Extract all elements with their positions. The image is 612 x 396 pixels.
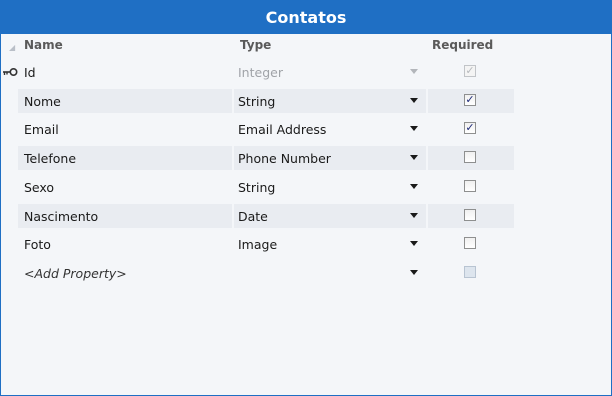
property-type-select: Integer xyxy=(234,60,426,84)
property-row[interactable]: Id Integer xyxy=(18,60,426,84)
required-cell xyxy=(428,204,514,228)
property-name-cell[interactable]: Foto xyxy=(18,232,232,256)
property-type-select[interactable]: Date xyxy=(234,204,426,228)
entity-title: Contatos xyxy=(265,7,347,27)
required-cell: ✓ xyxy=(428,117,514,141)
add-property-type-select[interactable] xyxy=(234,261,426,285)
property-name: Foto xyxy=(24,236,51,252)
property-type-select[interactable]: Image xyxy=(234,232,426,256)
add-property-row[interactable]: <Add Property> xyxy=(18,261,426,285)
property-type-value: Phone Number xyxy=(238,150,331,166)
add-property-name-cell[interactable]: <Add Property> xyxy=(18,261,232,285)
required-checkbox[interactable] xyxy=(464,209,476,221)
required-checkbox[interactable] xyxy=(464,180,476,192)
property-name-cell[interactable]: Telefone xyxy=(18,146,232,170)
property-row[interactable]: Telefone Phone Number xyxy=(18,146,426,170)
required-cell xyxy=(428,175,514,199)
property-name-cell[interactable]: Nome xyxy=(18,89,232,113)
property-row[interactable]: Sexo String xyxy=(18,175,426,199)
required-checkbox[interactable]: ✓ xyxy=(464,94,476,106)
property-type-value: String xyxy=(238,93,276,109)
chevron-down-icon[interactable] xyxy=(410,155,418,160)
chevron-down-icon[interactable] xyxy=(410,98,418,103)
chevron-down-icon[interactable] xyxy=(410,126,418,131)
key-icon xyxy=(3,67,18,77)
required-cell xyxy=(428,232,514,256)
add-required-checkbox[interactable] xyxy=(464,266,476,278)
required-checkbox[interactable]: ✓ xyxy=(464,122,476,134)
column-header-type[interactable]: Type xyxy=(240,38,271,54)
chevron-down-icon[interactable] xyxy=(410,270,418,275)
required-checkbox: ✓ xyxy=(464,64,476,77)
chevron-down-icon[interactable] xyxy=(410,241,418,246)
property-type-value: Image xyxy=(238,236,278,252)
required-checkbox[interactable] xyxy=(464,151,476,163)
column-header-name[interactable]: Name xyxy=(24,38,63,54)
entity-title-bar: Contatos xyxy=(0,0,612,34)
property-row[interactable]: Nascimento Date xyxy=(18,204,426,228)
property-type-value: Date xyxy=(238,208,268,224)
property-type-select[interactable]: String xyxy=(234,175,426,199)
required-checkbox[interactable] xyxy=(464,237,476,249)
add-property-label: <Add Property> xyxy=(24,265,127,281)
property-row[interactable]: Foto Image xyxy=(18,232,426,256)
property-name: Sexo xyxy=(24,179,55,195)
property-name-cell[interactable]: Nascimento xyxy=(18,204,232,228)
property-name: Nascimento xyxy=(24,208,99,224)
property-name: Nome xyxy=(24,93,61,109)
required-cell: ✓ xyxy=(428,89,514,113)
add-required-cell xyxy=(428,261,514,285)
chevron-down-icon[interactable] xyxy=(410,184,418,189)
property-name-cell[interactable]: Email xyxy=(18,117,232,141)
column-grip-icon: ◢ xyxy=(9,43,16,52)
column-header-required[interactable]: Required xyxy=(432,38,493,54)
property-name: Id xyxy=(24,64,36,80)
required-cell: ✓ xyxy=(428,60,514,84)
property-name-cell[interactable]: Sexo xyxy=(18,175,232,199)
chevron-down-icon xyxy=(410,69,418,74)
property-type-value: String xyxy=(238,179,276,195)
property-type-select[interactable]: Email Address xyxy=(234,117,426,141)
chevron-down-icon[interactable] xyxy=(410,213,418,218)
property-type-value: Email Address xyxy=(238,121,327,137)
property-name: Telefone xyxy=(24,150,77,166)
property-name-cell[interactable]: Id xyxy=(18,60,232,84)
property-type-select[interactable]: Phone Number xyxy=(234,146,426,170)
property-row[interactable]: Nome String xyxy=(18,89,426,113)
property-type-select[interactable]: String xyxy=(234,89,426,113)
property-name: Email xyxy=(24,121,59,137)
property-row[interactable]: Email Email Address xyxy=(18,117,426,141)
property-type-value: Integer xyxy=(238,64,283,80)
required-cell xyxy=(428,146,514,170)
